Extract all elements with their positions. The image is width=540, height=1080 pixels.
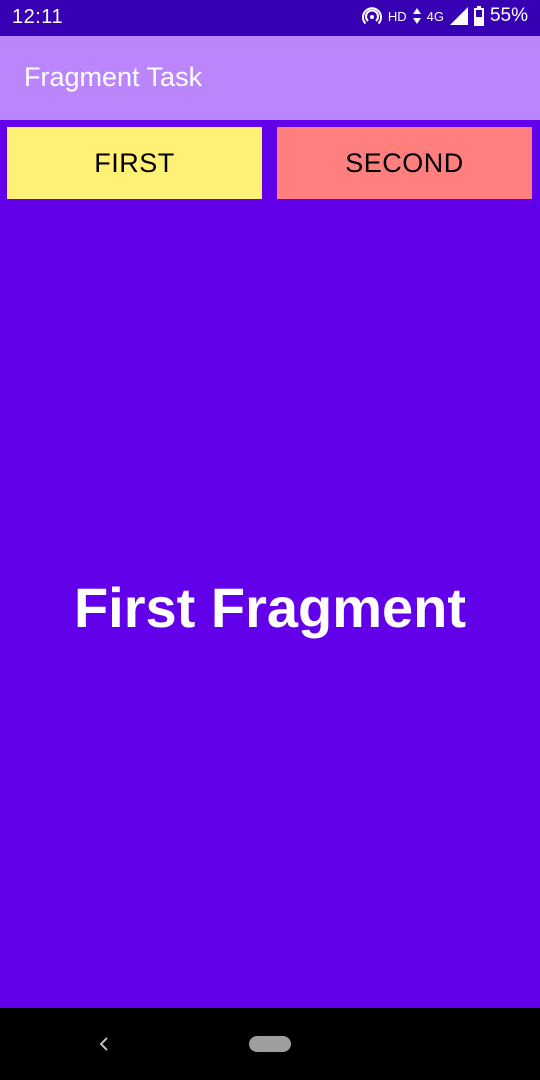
home-pill-icon[interactable] <box>249 1036 291 1052</box>
fragment-text: First Fragment <box>73 576 467 639</box>
network-label: 4G <box>426 8 444 24</box>
navigation-bar <box>0 1008 540 1080</box>
signal-icon <box>449 7 468 25</box>
fragment-container: First Fragment <box>0 199 540 1008</box>
back-icon[interactable] <box>96 1034 112 1054</box>
status-icons: HD 4G 55% <box>361 5 528 27</box>
first-button[interactable]: FIRST <box>7 127 262 199</box>
app-title: Fragment Task <box>24 62 203 92</box>
status-bar: 12:11 HD 4G 55% <box>0 0 540 36</box>
hotspot-icon <box>361 7 382 25</box>
second-button[interactable]: SECOND <box>277 127 532 199</box>
hd-label: HD <box>387 8 407 24</box>
data-arrows-icon <box>412 8 421 24</box>
app-bar: Fragment Task <box>0 36 540 120</box>
status-time: 12:11 <box>12 6 64 28</box>
battery-percent: 55% <box>489 5 528 26</box>
battery-icon <box>473 6 484 26</box>
